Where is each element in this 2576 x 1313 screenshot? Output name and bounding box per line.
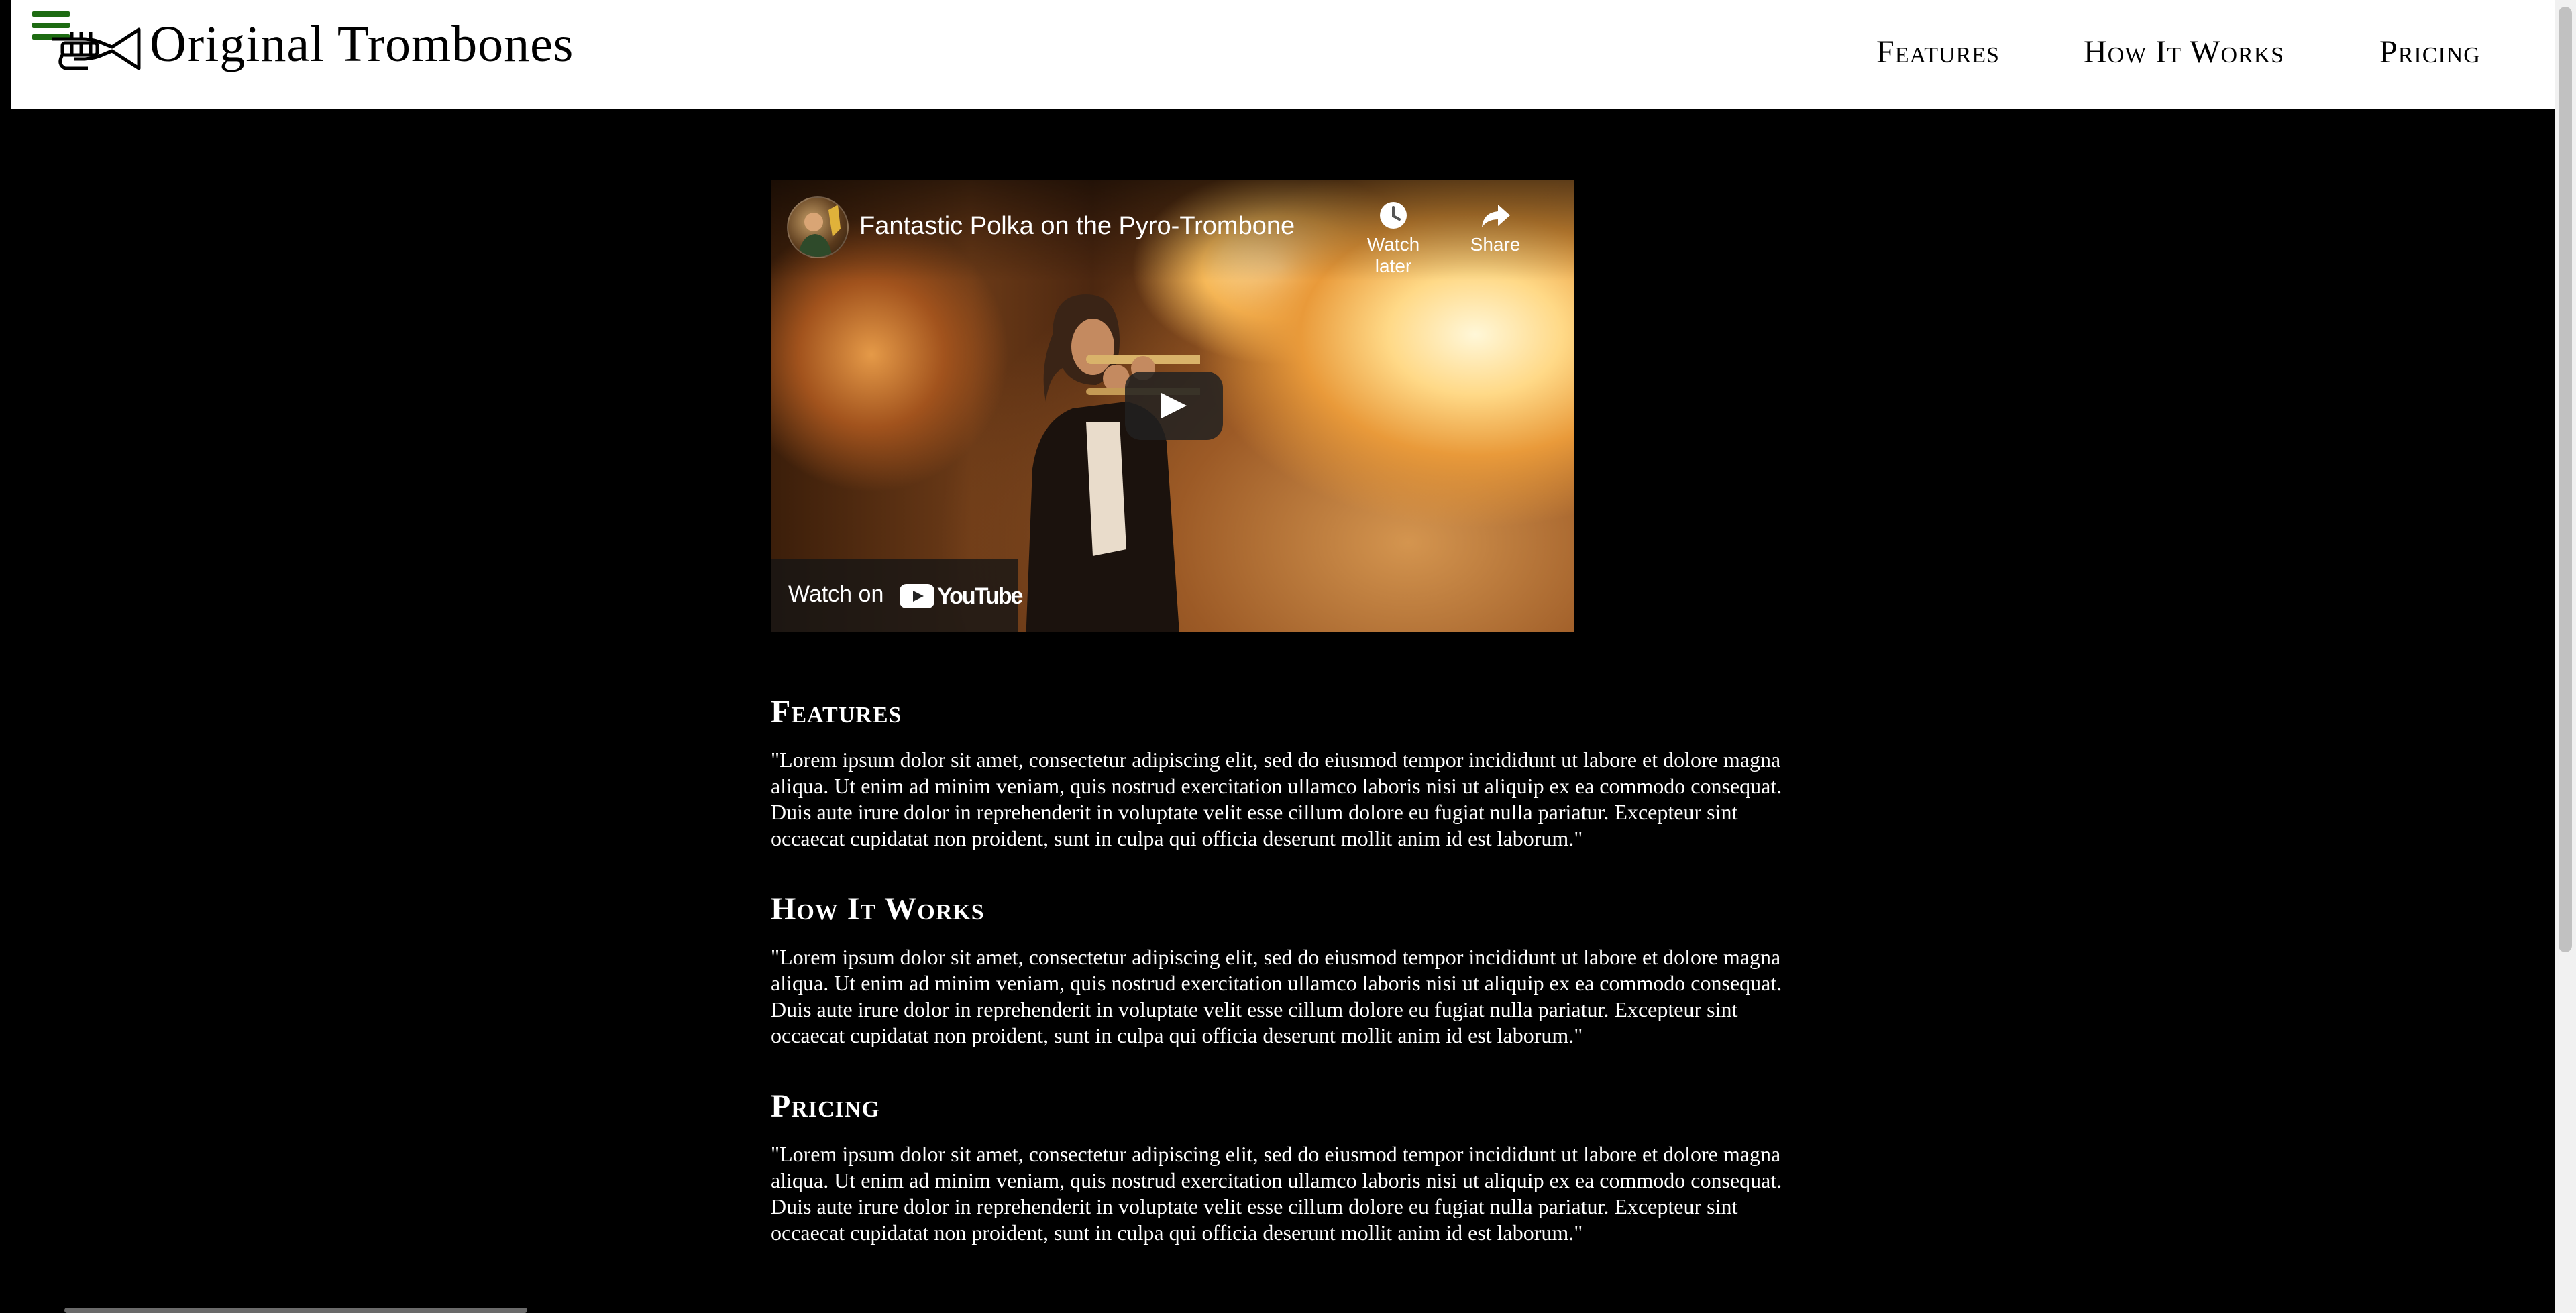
nav-link-pricing[interactable]: Pricing xyxy=(2379,32,2481,72)
section-body: "Lorem ipsum dolor sit amet, consectetur… xyxy=(771,945,1782,1047)
video-embed[interactable]: Fantastic Polka on the Pyro-Trombone Wat… xyxy=(771,180,1574,632)
share-label: Share xyxy=(1470,234,1521,255)
youtube-play-icon xyxy=(900,584,934,608)
brand-title[interactable]: Original Trombones xyxy=(150,19,574,70)
watch-later-label: Watch later xyxy=(1366,234,1420,276)
section-body: "Lorem ipsum dolor sit amet, consectetur… xyxy=(771,748,1782,850)
section-heading: Features xyxy=(771,694,902,730)
clock-icon xyxy=(1380,202,1407,229)
nav-link-features[interactable]: Features xyxy=(1876,32,2000,72)
section-body: "Lorem ipsum dolor sit amet, consectetur… xyxy=(771,1142,1782,1245)
youtube-logo: YouTube xyxy=(900,581,1023,611)
channel-avatar[interactable] xyxy=(787,196,849,258)
section-pricing: Pricing "Lorem ipsum dolor sit amet, con… xyxy=(771,1085,1790,1246)
section-heading: How It Works xyxy=(771,891,985,927)
play-icon xyxy=(1161,393,1187,418)
section-heading: Pricing xyxy=(771,1088,880,1124)
section-features: Features "Lorem ipsum dolor sit amet, co… xyxy=(771,691,1790,852)
youtube-wordmark: YouTube xyxy=(937,583,1023,609)
scrollbar-thumb[interactable] xyxy=(2559,7,2572,952)
trumpet-icon xyxy=(52,27,141,70)
menu-bar xyxy=(32,11,70,17)
share-arrow-icon xyxy=(1482,205,1510,227)
horizontal-scrollbar-thumb[interactable] xyxy=(64,1308,527,1313)
watch-on-label: Watch on xyxy=(788,581,884,607)
play-button[interactable] xyxy=(1125,372,1223,440)
watch-later-button[interactable]: Watch later xyxy=(1346,199,1440,277)
watch-on-youtube-button[interactable]: Watch on YouTube xyxy=(771,559,1023,632)
main-content: Features "Lorem ipsum dolor sit amet, co… xyxy=(771,691,1790,1246)
video-title[interactable]: Fantastic Polka on the Pyro-Trombone xyxy=(859,211,1295,242)
share-button[interactable]: Share xyxy=(1448,199,1542,255)
section-how-it-works: How It Works "Lorem ipsum dolor sit amet… xyxy=(771,888,1790,1049)
site-header: Original Trombones Features How It Works… xyxy=(11,0,2555,109)
nav-link-how-it-works[interactable]: How It Works xyxy=(2084,32,2284,72)
vertical-scrollbar[interactable] xyxy=(2555,0,2576,1313)
page: Original Trombones Features How It Works… xyxy=(0,0,2576,1313)
